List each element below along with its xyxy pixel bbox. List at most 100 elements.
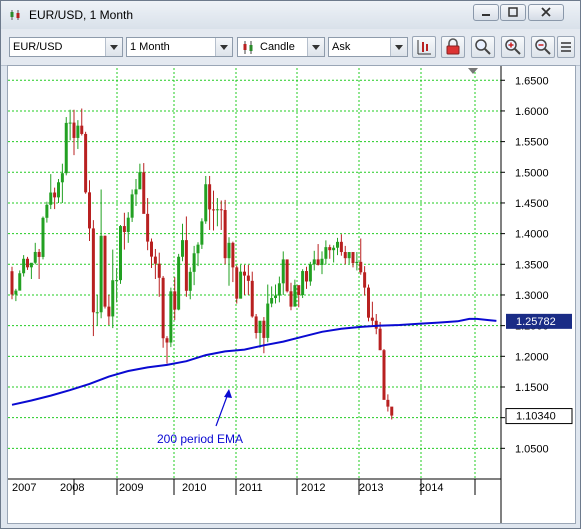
candle-body <box>347 252 351 259</box>
annotation-arrowhead <box>224 389 232 398</box>
candle-body <box>29 262 33 268</box>
lock-icon <box>446 38 460 55</box>
time-axis[interactable]: 2007 2008 2009 2010 2011 2012 2013 2014 <box>8 478 501 495</box>
candle-body <box>184 240 188 291</box>
candle-body <box>254 316 258 334</box>
candle-body <box>60 173 64 183</box>
x-tick-label: 2012 <box>301 482 325 494</box>
scroll-marker-icon[interactable] <box>468 68 478 74</box>
candle-body <box>258 320 262 334</box>
candle-body <box>14 290 18 295</box>
y-tick-label: 1.1500 <box>515 382 549 394</box>
candle-body <box>367 287 370 318</box>
candle-body <box>386 399 390 407</box>
zoom-button[interactable] <box>471 36 495 58</box>
candle-body <box>281 259 285 284</box>
chevron-down-icon[interactable] <box>105 38 122 56</box>
candle-body <box>72 122 76 138</box>
candle-body <box>231 242 235 268</box>
candle-body <box>130 194 134 218</box>
candle-body <box>359 261 363 273</box>
candlestick-chart[interactable]: 1.6500 1.6000 1.5500 1.5000 1.4500 1.4000 1.35… <box>8 66 575 523</box>
candle-body <box>370 317 374 321</box>
candle-body <box>293 285 297 307</box>
candle-body <box>215 209 219 211</box>
instrument-value: EUR/USD <box>13 41 63 53</box>
lock-button[interactable] <box>441 36 465 58</box>
candle-body <box>301 271 305 295</box>
candle-body <box>68 122 72 124</box>
candle-body <box>336 241 339 248</box>
chart-area[interactable]: 1.6500 1.6000 1.5500 1.5000 1.4500 1.4000 1.35… <box>7 65 576 524</box>
current-price-label: 1.10340 <box>516 411 556 423</box>
candle-body <box>37 251 41 257</box>
candle-body <box>374 320 378 329</box>
candle-body <box>80 125 84 134</box>
instrument-select[interactable]: EUR/USD <box>9 37 123 57</box>
candle-body <box>351 252 355 264</box>
candle-body <box>95 312 99 314</box>
y-tick-label: 1.6500 <box>515 75 549 87</box>
candle-body <box>177 256 181 310</box>
candle-body <box>45 204 49 218</box>
candle-type-icon <box>243 41 253 54</box>
price-side-value: Ask <box>332 41 351 53</box>
candle-body <box>91 228 95 313</box>
chart-toolbar: EUR/USD 1 Month Candle Ask <box>1 29 580 66</box>
candle-body <box>262 320 266 338</box>
candle-body <box>339 241 343 253</box>
chevron-down-icon[interactable] <box>307 38 324 56</box>
annotation-label: 200 period EMA <box>157 432 243 446</box>
y-tick-label: 1.3500 <box>515 259 549 271</box>
options-button[interactable] <box>557 36 575 58</box>
candle-body <box>150 241 153 257</box>
candle-body <box>266 303 270 338</box>
candle-body <box>57 182 60 198</box>
candle-body <box>390 406 394 416</box>
zoom-icon <box>475 39 491 55</box>
candle-body <box>324 247 328 259</box>
price-axis[interactable]: 1.6500 1.6000 1.5500 1.5000 1.4500 1.4000 1.35… <box>500 66 573 523</box>
zoom-out-button[interactable] <box>531 36 555 58</box>
candle-body <box>227 242 231 259</box>
y-tick-label: 1.6000 <box>515 106 549 118</box>
candle-body <box>115 280 119 282</box>
window-title: EUR/USD, 1 Month <box>29 8 134 22</box>
candle-body <box>270 298 274 304</box>
candle-body <box>99 235 103 313</box>
candle-body <box>10 271 14 295</box>
candle-app-icon <box>10 10 20 20</box>
candle-body <box>277 283 281 296</box>
candle-body <box>103 235 107 307</box>
minimize-button[interactable] <box>473 4 499 21</box>
candle-body <box>22 258 26 274</box>
candle-body <box>26 258 29 268</box>
candle-body <box>289 291 293 307</box>
candle-body <box>157 263 161 278</box>
close-button[interactable] <box>528 4 564 21</box>
maximize-button[interactable] <box>500 4 526 21</box>
chevron-down-icon[interactable] <box>390 38 407 56</box>
title-bar[interactable]: EUR/USD, 1 Month <box>1 1 580 29</box>
ema-price-label: 1.25782 <box>516 316 556 328</box>
candle-body <box>243 271 246 276</box>
candle-body <box>142 172 146 214</box>
candle-body <box>188 271 192 291</box>
candle-body <box>204 184 208 222</box>
x-tick-label: 2010 <box>182 482 206 494</box>
candle-chart-button[interactable] <box>412 36 436 58</box>
chart-type-select[interactable]: Candle <box>237 37 325 57</box>
close-icon <box>541 7 551 17</box>
candle-body <box>320 258 324 265</box>
chevron-down-icon[interactable] <box>215 38 232 56</box>
period-select[interactable]: 1 Month <box>126 37 233 57</box>
candle-body <box>192 253 196 272</box>
y-tick-label: 1.5500 <box>515 137 549 149</box>
zoom-in-button[interactable] <box>501 36 525 58</box>
candle-body <box>196 244 200 254</box>
y-tick-label: 1.2000 <box>515 351 549 363</box>
price-side-select[interactable]: Ask <box>328 37 408 57</box>
candle-body <box>219 209 223 211</box>
candle-body <box>297 285 301 295</box>
candle-body <box>41 217 45 257</box>
